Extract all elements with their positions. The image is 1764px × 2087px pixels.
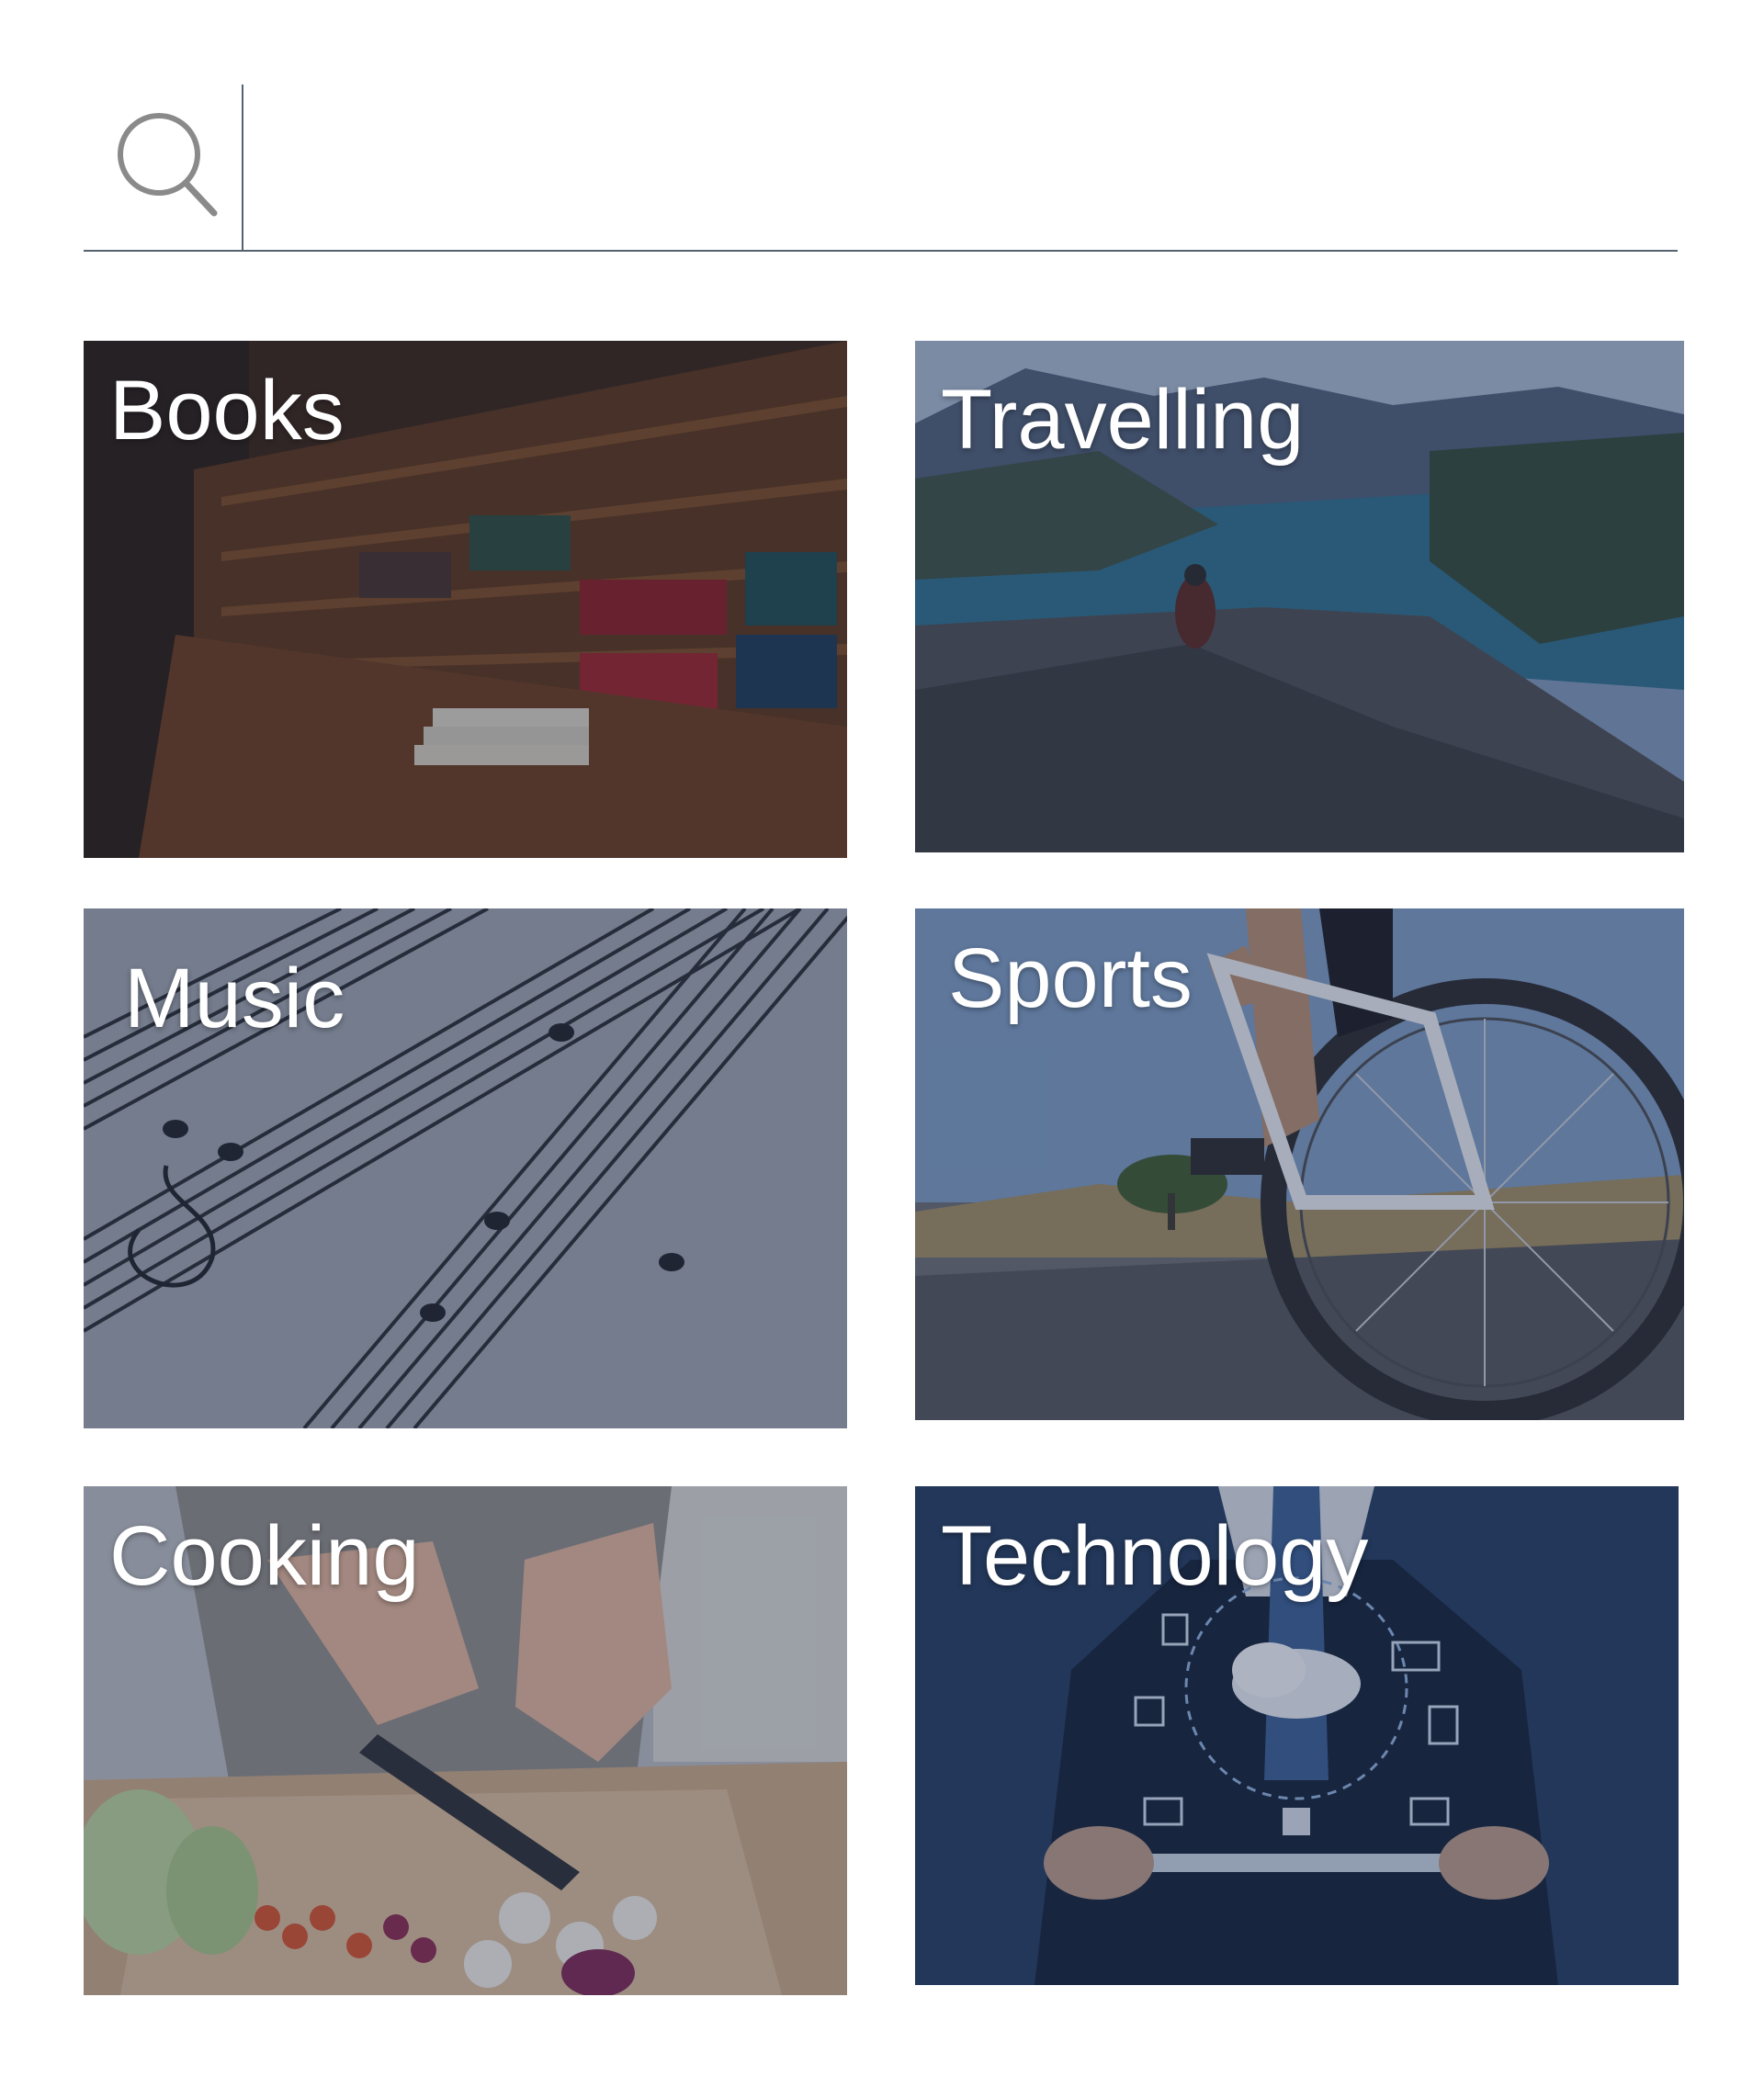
category-label-sports: Sports: [948, 931, 1193, 1025]
category-label-music: Music: [124, 952, 345, 1045]
category-label-cooking: Cooking: [109, 1509, 420, 1603]
category-label-books: Books: [109, 364, 345, 457]
search-bar[interactable]: [84, 85, 1678, 252]
category-label-travelling: Travelling: [941, 373, 1305, 467]
category-tile-travelling[interactable]: Travelling: [915, 341, 1684, 852]
search-divider: [242, 85, 243, 250]
search-icon[interactable]: [115, 110, 225, 220]
category-label-technology: Technology: [941, 1509, 1369, 1603]
category-tile-books[interactable]: Books: [84, 341, 847, 858]
category-tile-technology[interactable]: Technology: [915, 1486, 1679, 1985]
category-tile-sports[interactable]: Sports: [915, 908, 1684, 1420]
category-tile-music[interactable]: Music: [84, 908, 847, 1428]
category-tile-cooking[interactable]: Cooking: [84, 1486, 847, 1995]
search-input[interactable]: [258, 121, 1658, 215]
